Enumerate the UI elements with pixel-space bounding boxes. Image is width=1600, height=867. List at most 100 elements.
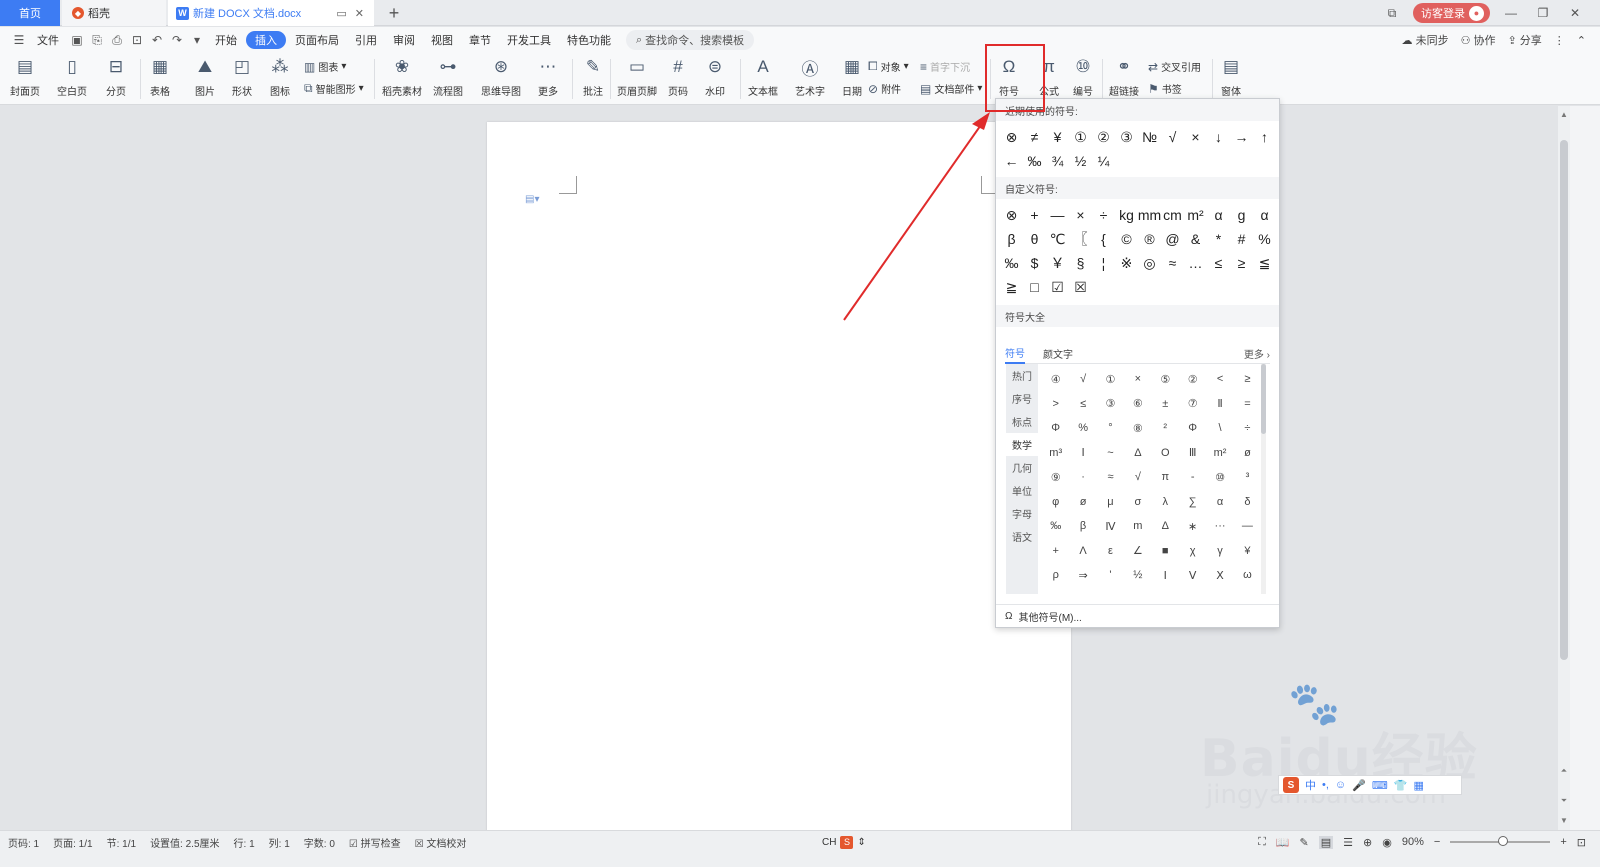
recent-symbol-item[interactable]: →: [1230, 125, 1253, 149]
subtab-symbols[interactable]: 符号: [1005, 344, 1025, 364]
web-view-icon[interactable]: ⊕: [1363, 836, 1372, 849]
symbol-library-item[interactable]: Φ: [1042, 416, 1069, 441]
recent-symbol-item[interactable]: ‰: [1023, 149, 1046, 173]
symbol-category-item[interactable]: 字母: [1006, 502, 1038, 525]
menu-special[interactable]: 特色功能: [560, 31, 618, 49]
chart-button[interactable]: ▥ 图表 ▾: [304, 59, 346, 75]
paragraph-handle-icon[interactable]: ▤▾: [525, 194, 539, 205]
table-button[interactable]: ▦ 表格: [148, 55, 172, 98]
symbol-library-item[interactable]: <: [1206, 367, 1233, 392]
symbol-library-item[interactable]: σ: [1124, 490, 1151, 515]
window-close-icon[interactable]: ✕: [1564, 6, 1586, 20]
subtab-kaomoji[interactable]: 颜文字: [1043, 346, 1073, 361]
header-footer-button[interactable]: ▭ 页眉页脚: [617, 55, 657, 98]
symbol-library-item[interactable]: Λ: [1069, 539, 1096, 564]
blank-page-button[interactable]: ▯ 空白页: [57, 55, 87, 98]
symbol-category-item[interactable]: 标点: [1006, 410, 1038, 433]
custom-symbol-item[interactable]: α: [1207, 203, 1230, 227]
symbol-library-item[interactable]: ω: [1234, 563, 1261, 588]
custom-symbol-item[interactable]: §: [1069, 251, 1092, 275]
symbol-library-item[interactable]: m: [1124, 514, 1151, 539]
symbol-library-item[interactable]: +: [1042, 539, 1069, 564]
input-method-indicator[interactable]: CH S ⇕: [822, 831, 866, 853]
custom-symbol-item[interactable]: +: [1023, 203, 1046, 227]
hyperlink-button[interactable]: ⚭ 超链接: [1109, 55, 1139, 98]
symbol-library-item[interactable]: ±: [1152, 392, 1179, 417]
zoom-level[interactable]: 90%: [1402, 836, 1424, 848]
custom-symbol-item[interactable]: ℃: [1046, 227, 1069, 251]
form-window-button[interactable]: ▤ 窗体: [1219, 55, 1243, 98]
symbol-category-item[interactable]: 语文: [1006, 525, 1038, 548]
custom-symbol-item[interactable]: #: [1230, 227, 1253, 251]
custom-symbol-item[interactable]: ≧: [1000, 275, 1023, 299]
symbol-library-item[interactable]: ⑧: [1124, 416, 1151, 441]
symbol-library-item[interactable]: Φ: [1179, 416, 1206, 441]
recent-symbol-item[interactable]: ①: [1069, 125, 1092, 149]
smartart-button[interactable]: ⧉ 智能图形 ▾: [304, 81, 364, 96]
custom-symbol-item[interactable]: m²: [1184, 203, 1207, 227]
menu-view[interactable]: 视图: [424, 31, 460, 49]
recent-symbol-item[interactable]: ¾: [1046, 149, 1069, 173]
symbol-library-item[interactable]: m³: [1042, 441, 1069, 466]
command-search[interactable]: ⌕ 查找命令、搜索模板: [626, 30, 755, 50]
crossref-button[interactable]: ⇄ 交叉引用: [1148, 59, 1201, 75]
scroll-prev-page-icon[interactable]: ⏶: [1558, 766, 1570, 776]
custom-symbol-item[interactable]: kg: [1115, 203, 1138, 227]
recent-symbol-item[interactable]: √: [1161, 125, 1184, 149]
symbol-library-item[interactable]: δ: [1234, 490, 1261, 515]
custom-symbol-item[interactable]: ×: [1069, 203, 1092, 227]
custom-symbol-item[interactable]: θ: [1023, 227, 1046, 251]
symbol-library-item[interactable]: \: [1206, 416, 1233, 441]
tab-pin-icon[interactable]: ▭: [336, 7, 346, 20]
symbol-library-item[interactable]: ³: [1234, 465, 1261, 490]
custom-symbol-item[interactable]: ©: [1115, 227, 1138, 251]
recent-symbol-item[interactable]: ③: [1115, 125, 1138, 149]
symbol-library-item[interactable]: ④: [1042, 367, 1069, 392]
zoom-in-icon[interactable]: +: [1560, 836, 1566, 848]
symbol-category-item[interactable]: 热门: [1006, 364, 1038, 387]
symbol-library-item[interactable]: ∠: [1124, 539, 1151, 564]
symbol-library-item[interactable]: =: [1234, 392, 1261, 417]
symbol-library-item[interactable]: ∑: [1179, 490, 1206, 515]
symbol-category-item[interactable]: 几何: [1006, 456, 1038, 479]
symbol-library-item[interactable]: ⑦: [1179, 392, 1206, 417]
zoom-slider-knob[interactable]: [1498, 836, 1509, 846]
ime-toolbar[interactable]: S 中 •, ☺ 🎤 ⌨ 👕 ▦: [1278, 775, 1462, 795]
symbol-library-item[interactable]: ⑨: [1042, 465, 1069, 490]
date-button[interactable]: ▦ 日期: [840, 55, 864, 98]
more-symbols-link[interactable]: 更多 ›: [1244, 346, 1270, 361]
symbol-library-item[interactable]: ⇒: [1069, 563, 1096, 588]
symbol-library-item[interactable]: μ: [1097, 490, 1124, 515]
menu-insert[interactable]: 插入: [246, 31, 286, 49]
document-page[interactable]: ▤▾: [487, 122, 1071, 832]
custom-symbol-item[interactable]: cm: [1161, 203, 1184, 227]
menu-dev-tools[interactable]: 开发工具: [500, 31, 558, 49]
custom-symbol-item[interactable]: ¦: [1092, 251, 1115, 275]
custom-symbol-item[interactable]: ￥: [1046, 251, 1069, 275]
status-setting[interactable]: 设置值: 2.5厘米: [150, 835, 219, 850]
menu-reference[interactable]: 引用: [348, 31, 384, 49]
recent-symbol-item[interactable]: ↑: [1253, 125, 1276, 149]
attachment-button[interactable]: ⊘ 附件: [868, 81, 901, 97]
symbol-library-item[interactable]: ③: [1097, 392, 1124, 417]
daoke-material-button[interactable]: ❀ 稻壳素材: [382, 55, 422, 98]
symbol-library-item[interactable]: γ: [1206, 539, 1233, 564]
proofread-button[interactable]: ☒ 文档校对: [415, 835, 467, 850]
picture-button[interactable]: ⛰ 图片: [193, 55, 217, 98]
custom-symbol-item[interactable]: ◎: [1138, 251, 1161, 275]
watermark-button[interactable]: ⊜ 水印: [703, 55, 727, 98]
scroll-thumb[interactable]: [1560, 140, 1568, 660]
symbol-library-item[interactable]: χ: [1179, 539, 1206, 564]
ime-punct-icon[interactable]: •,: [1322, 779, 1329, 791]
symbol-library-item[interactable]: ø: [1069, 490, 1096, 515]
symbol-library-item[interactable]: ⑥: [1124, 392, 1151, 417]
collapse-ribbon-icon[interactable]: ⌃: [1577, 34, 1586, 47]
custom-symbol-item[interactable]: *: [1207, 227, 1230, 251]
recent-symbol-item[interactable]: ←: [1000, 149, 1023, 173]
symbol-library-item[interactable]: m²: [1206, 441, 1233, 466]
custom-symbol-item[interactable]: %: [1253, 227, 1276, 251]
symbol-library-item[interactable]: ‰: [1042, 514, 1069, 539]
custom-symbol-item[interactable]: {: [1092, 227, 1115, 251]
menu-chapter[interactable]: 章节: [462, 31, 498, 49]
ime-emoji-icon[interactable]: ☺: [1335, 779, 1346, 791]
